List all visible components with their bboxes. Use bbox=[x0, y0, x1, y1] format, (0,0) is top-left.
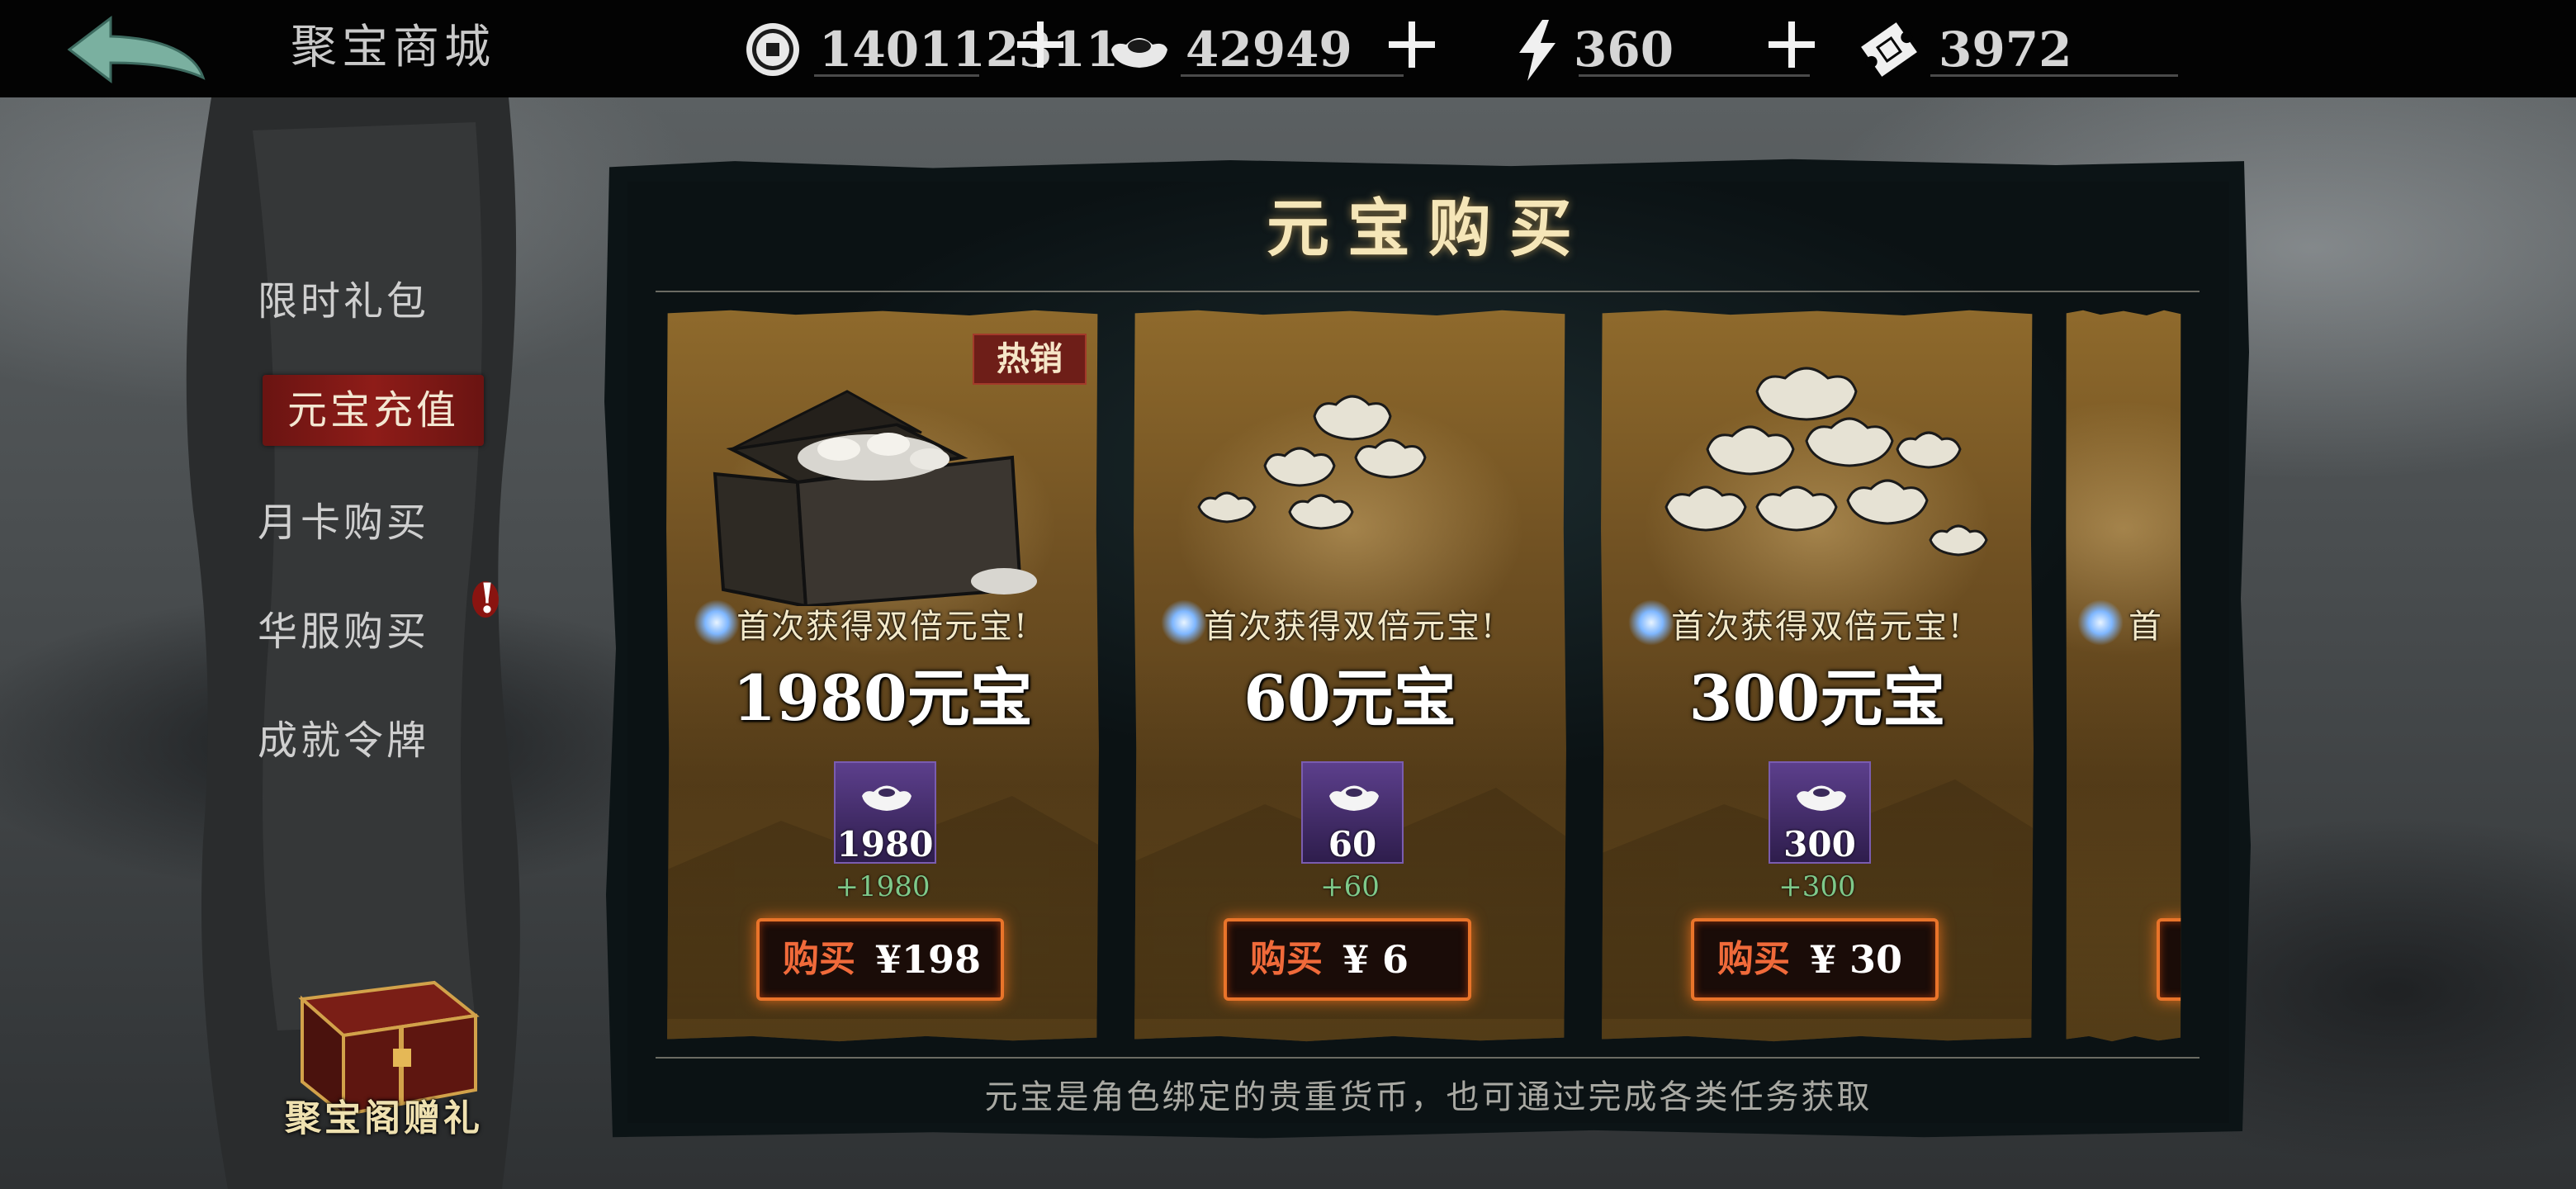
ingot-amount: 300元宝 bbox=[1688, 661, 1946, 735]
panel-footer-note: 元宝是角色绑定的贵重货币，也可通过完成各类任务获取 bbox=[984, 1078, 1873, 1116]
ingot-value: 42949 bbox=[1186, 21, 1352, 78]
back-arrow-icon[interactable] bbox=[63, 12, 208, 88]
energy-value: 360 bbox=[1574, 21, 1674, 78]
small-ingot-pile-icon bbox=[1197, 395, 1427, 530]
buy-button-1980[interactable]: 购买 ¥198 bbox=[756, 918, 1004, 1001]
first-purchase-bonus-text: 首次获得双倍元宝! bbox=[1203, 608, 1497, 646]
ingot-amount: 1980元宝 bbox=[732, 661, 1033, 735]
buy-label: 购买 bbox=[1250, 938, 1323, 980]
lightning-icon bbox=[1519, 20, 1556, 81]
copper-underline bbox=[814, 74, 979, 77]
ingot-icon bbox=[862, 785, 912, 811]
outfit-alert-badge: ! bbox=[467, 573, 507, 623]
buy-label: 购买 bbox=[783, 938, 855, 980]
bonus-quantity: +1980 bbox=[835, 870, 930, 903]
sidebar-item-ingot-recharge[interactable]: 元宝充值 bbox=[263, 375, 484, 446]
ticket-icon bbox=[1861, 22, 1917, 77]
product-card-partial[interactable]: 首 bbox=[2066, 310, 2181, 1042]
buy-label: 购买 bbox=[1717, 938, 1790, 980]
price-label: ¥198 bbox=[875, 937, 982, 982]
energy-underline bbox=[1579, 74, 1810, 77]
item-quantity: 1980 bbox=[836, 824, 934, 865]
top-bar: 聚宝商城 140112311 42949 360 3972 bbox=[0, 0, 2576, 97]
product-card-60[interactable]: 首次获得双倍元宝! 60元宝 60 +60 购买 ¥ 6 bbox=[1134, 310, 1566, 1042]
add-ingot-button[interactable] bbox=[1385, 18, 1438, 71]
ingot-amount: 60元宝 bbox=[1243, 661, 1456, 735]
bonus-quantity: +300 bbox=[1778, 870, 1856, 903]
sidebar-item-outfit[interactable]: 华服购买 bbox=[258, 596, 472, 667]
price-label: ¥ 6 bbox=[1342, 937, 1409, 982]
first-purchase-bonus-text: 首次获得双倍元宝! bbox=[736, 608, 1030, 646]
resource-ingot: 42949 bbox=[1106, 8, 1420, 91]
sidebar-item-achievement-token[interactable]: 成就令牌 bbox=[258, 705, 472, 776]
large-ingot-pile-icon bbox=[1664, 367, 1988, 557]
buy-button-300[interactable]: 购买 ¥ 30 bbox=[1691, 918, 1939, 1001]
add-copper-button[interactable] bbox=[1014, 18, 1067, 71]
item-quantity: 300 bbox=[1783, 824, 1856, 865]
buy-button-partial[interactable] bbox=[2157, 918, 2181, 1001]
copper-value: 140112311 bbox=[819, 21, 1120, 78]
shop-title: 聚宝商城 bbox=[291, 21, 495, 74]
ingot-item-slot: 300 bbox=[1769, 761, 1871, 865]
gift-label: 聚宝阁赠礼 bbox=[285, 1097, 483, 1139]
panel-title: 元宝购买 bbox=[1267, 192, 1590, 265]
first-purchase-bonus-text: 首次获得双倍元宝! bbox=[1670, 608, 1964, 646]
gold-ingot-icon bbox=[1111, 38, 1167, 68]
ticket-underline bbox=[1930, 74, 2178, 77]
ingot-icon bbox=[1797, 785, 1846, 811]
sparkle-glow bbox=[2077, 599, 2124, 646]
resource-ticket: 3972 bbox=[1856, 8, 2203, 91]
ingot-item-slot: 60 bbox=[1301, 761, 1404, 865]
title-divider bbox=[656, 291, 2200, 292]
footer-divider bbox=[656, 1057, 2200, 1059]
item-quantity: 60 bbox=[1328, 824, 1377, 865]
ticket-value: 3972 bbox=[1939, 21, 2072, 78]
sidebar-item-limited-gift[interactable]: 限时礼包 bbox=[258, 266, 472, 337]
resource-copper: 140112311 bbox=[740, 8, 1119, 91]
hot-sale-badge: 热销 bbox=[973, 334, 1087, 385]
bonus-quantity: +60 bbox=[1320, 870, 1380, 903]
ingot-underline bbox=[1181, 74, 1404, 77]
sidebar-item-monthly-card[interactable]: 月卡购买 bbox=[258, 487, 472, 558]
product-card-1980[interactable]: 热销 首次获得双倍元宝! 1980元宝 1980 +1980 购买 ¥198 bbox=[666, 310, 1099, 1042]
outfit-alert-mark: ! bbox=[478, 574, 496, 623]
product-card-300[interactable]: 首次获得双倍元宝! 300元宝 300 +300 购买 ¥ 30 bbox=[1601, 310, 2034, 1042]
treasure-chest-icon bbox=[713, 390, 1037, 606]
copper-coin-icon bbox=[746, 23, 799, 76]
price-label: ¥ 30 bbox=[1810, 937, 1903, 982]
first-purchase-bonus-text: 首 bbox=[2129, 608, 2163, 646]
buy-button-60[interactable]: 购买 ¥ 6 bbox=[1224, 918, 1471, 1001]
ingot-item-slot: 1980 bbox=[834, 761, 936, 865]
ingot-icon bbox=[1329, 785, 1379, 811]
add-energy-button[interactable] bbox=[1765, 18, 1818, 71]
